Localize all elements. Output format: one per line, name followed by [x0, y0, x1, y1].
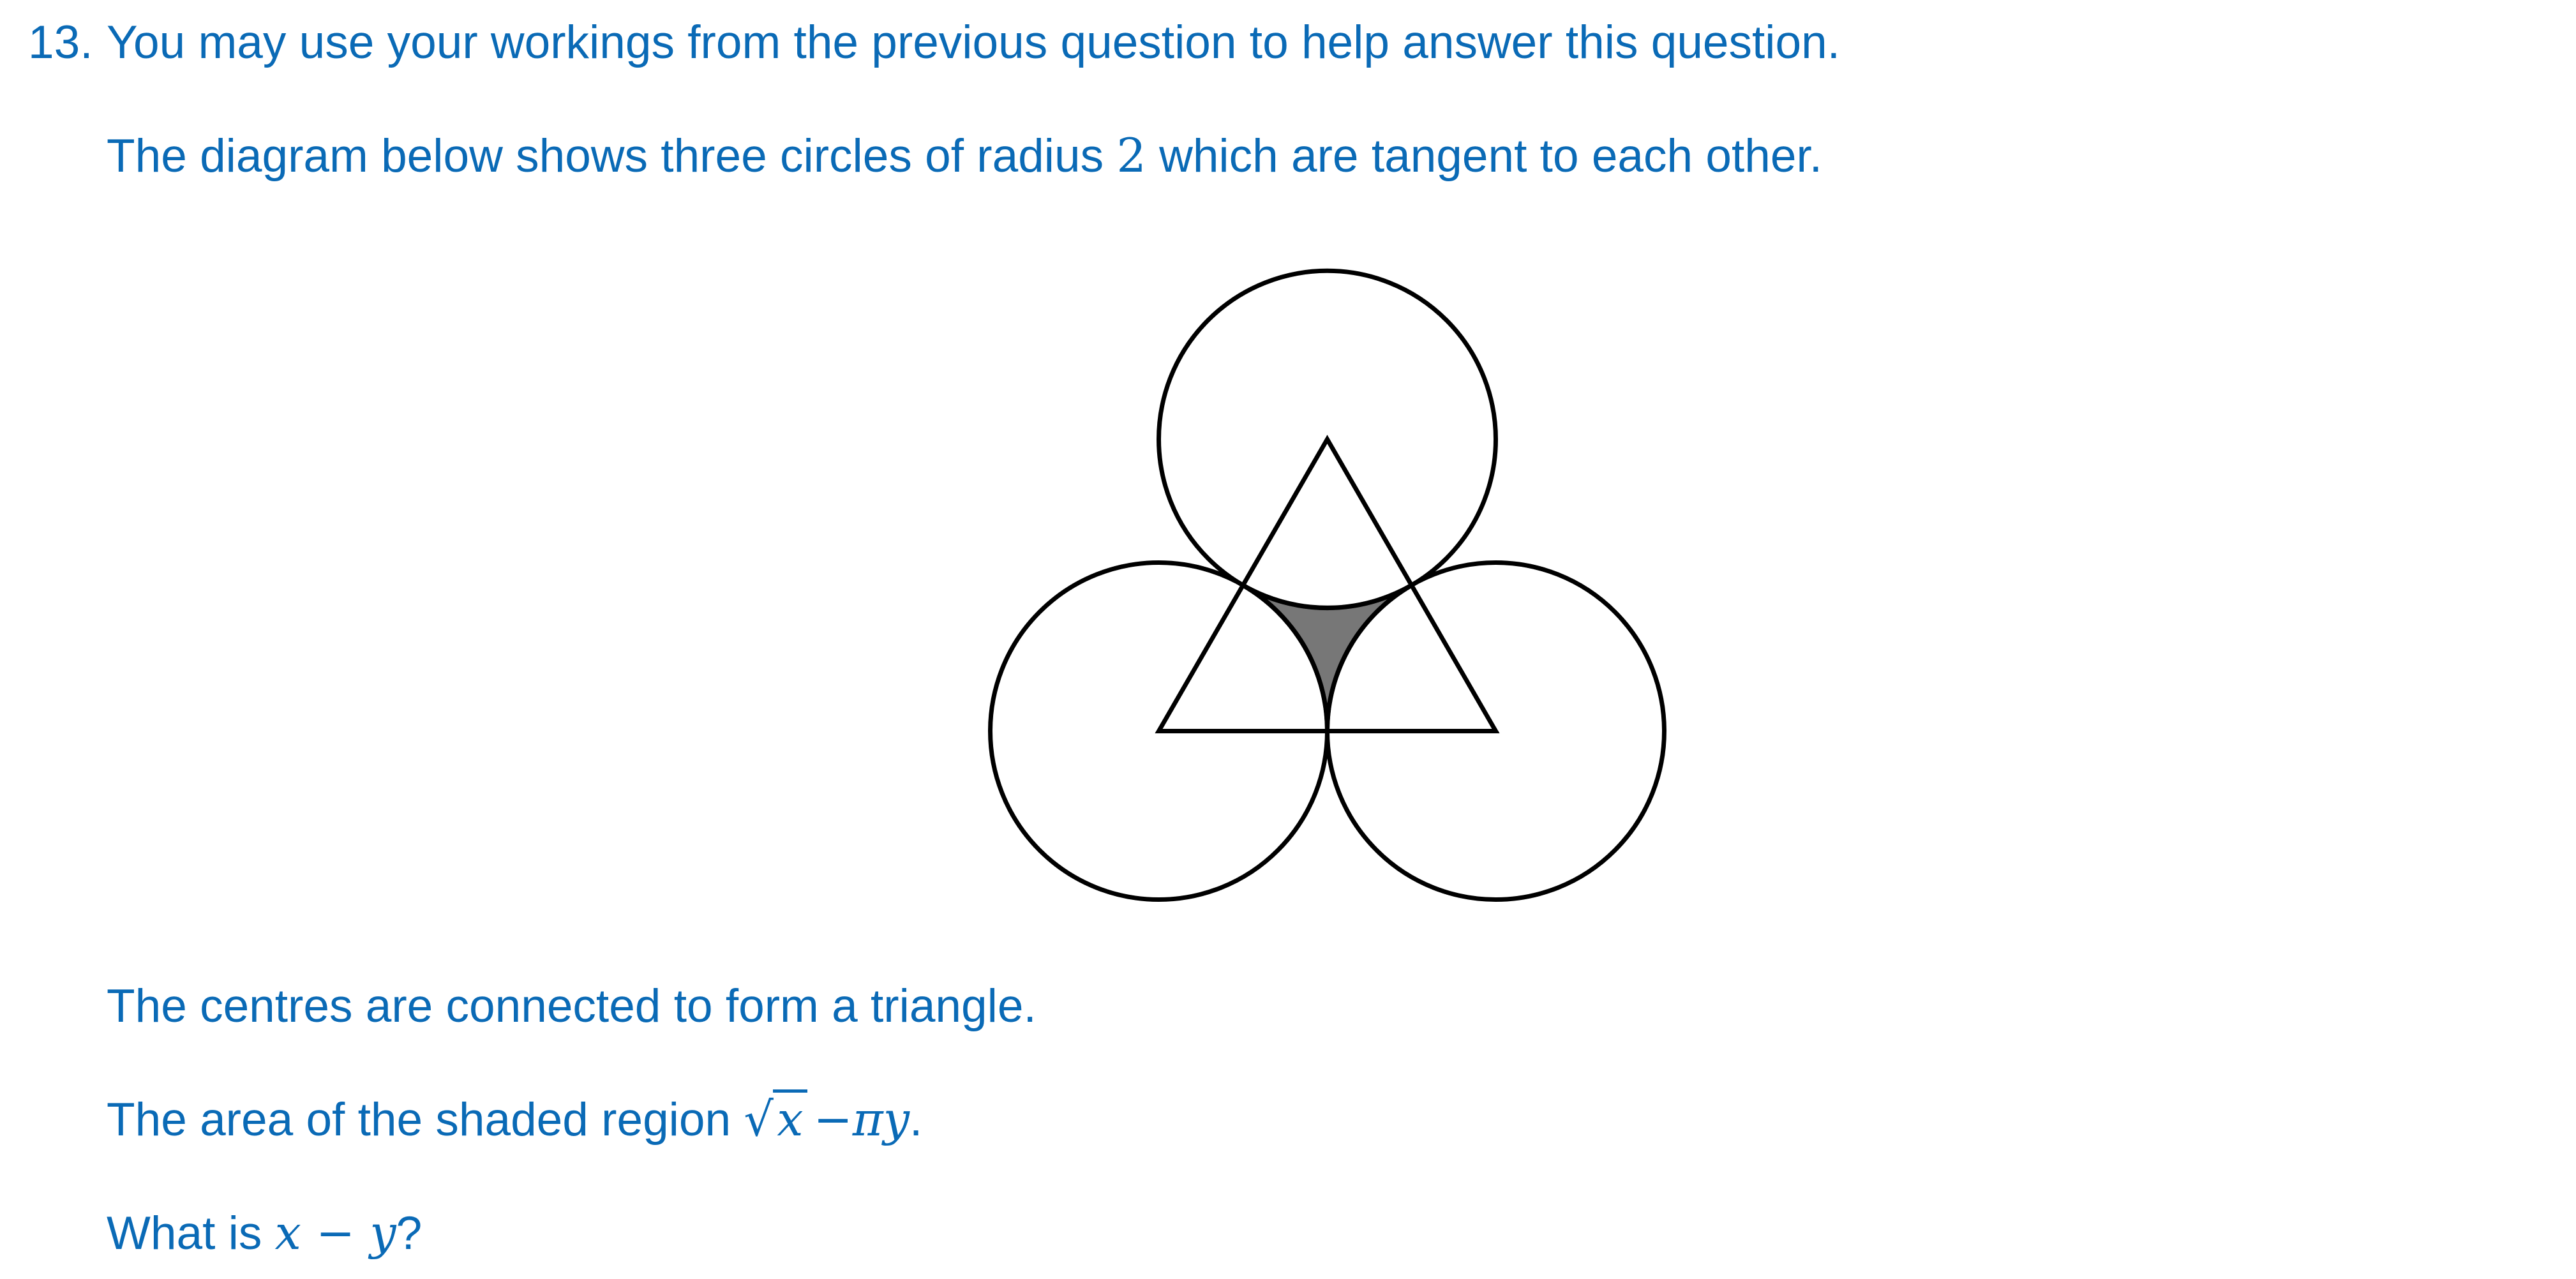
sqrt-expression: √ x [744, 1089, 807, 1148]
ask-end: ? [396, 1208, 423, 1259]
area-text: The area of the shaded region [107, 1094, 744, 1146]
area-minus: − [813, 1093, 853, 1147]
area-end: . [909, 1094, 923, 1146]
centres-statement: The centres are connected to form a tria… [107, 980, 1037, 1032]
tangent-circles-diagram [988, 268, 1666, 902]
ask-minus: − [301, 1206, 370, 1260]
sqrt-radicand: x [773, 1089, 807, 1147]
sqrt-sign: √ [744, 1093, 774, 1147]
ask-x: x [274, 1206, 301, 1260]
ask-y: y [370, 1206, 396, 1260]
question-ask: What is x − y? [107, 1206, 422, 1261]
pi-y-term: πy [852, 1093, 910, 1147]
ask-text: What is [107, 1208, 275, 1259]
area-statement: The area of the shaded region √ x −πy. [107, 1089, 923, 1148]
